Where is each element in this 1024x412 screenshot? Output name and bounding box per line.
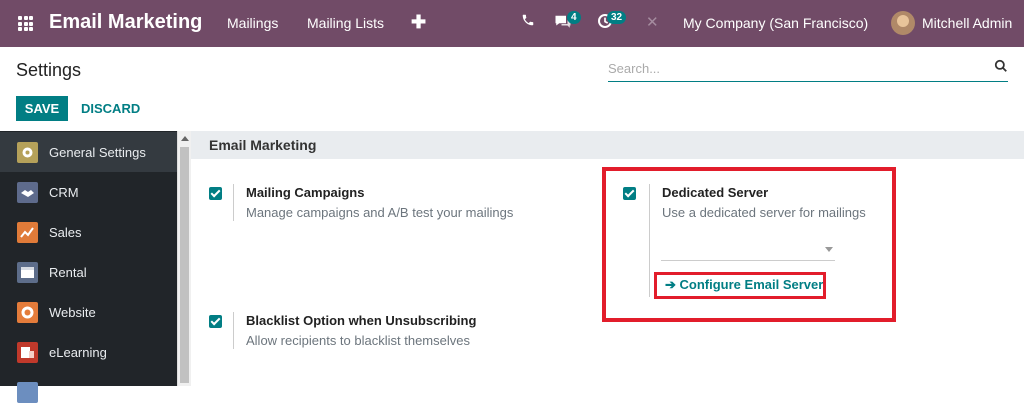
divider — [233, 184, 234, 221]
settings-sidebar: General Settings CRM Sales Rental Websit… — [0, 131, 177, 403]
discard-button[interactable]: DISCARD — [81, 101, 140, 116]
activities-count-badge: 32 — [607, 11, 627, 24]
user-avatar[interactable] — [891, 11, 915, 35]
scroll-thumb[interactable] — [180, 147, 189, 383]
top-navbar: Email Marketing Mailings Mailing Lists ✚… — [0, 0, 1024, 47]
elearning-icon — [17, 341, 38, 363]
search-icon[interactable] — [994, 59, 1008, 73]
section-header: Email Marketing — [191, 131, 1024, 159]
sidebar-item-label: General Settings — [49, 144, 146, 160]
sidebar-item-label: eLearning — [49, 344, 107, 360]
search-input[interactable] — [608, 56, 968, 80]
mailing-campaigns-checkbox[interactable] — [209, 187, 222, 200]
app-icon — [17, 381, 38, 403]
sidebar-item-label: Sales — [49, 224, 82, 240]
sidebar-item-website[interactable]: Website — [0, 292, 177, 332]
divider — [233, 312, 234, 349]
apps-menu-icon[interactable] — [18, 16, 33, 31]
mailing-campaigns-desc: Manage campaigns and A/B test your maili… — [246, 205, 514, 220]
blacklist-option-desc: Allow recipients to blacklist themselves — [246, 333, 470, 348]
scroll-up-arrow-icon[interactable] — [181, 136, 189, 141]
blacklist-option-checkbox[interactable] — [209, 315, 222, 328]
calendar-icon — [17, 261, 38, 283]
sidebar-item-label: Website — [49, 304, 96, 320]
save-button[interactable]: SAVE — [16, 96, 68, 121]
chart-icon — [17, 221, 38, 243]
app-title[interactable]: Email Marketing — [49, 11, 202, 34]
handshake-icon — [17, 181, 38, 203]
user-menu[interactable]: Mitchell Admin — [922, 15, 1012, 31]
search-bar — [608, 56, 1008, 82]
sidebar-item-elearning[interactable]: eLearning — [0, 332, 177, 372]
phone-icon[interactable] — [521, 13, 535, 31]
menu-mailings[interactable]: Mailings — [227, 15, 278, 31]
sidebar-item-sales[interactable]: Sales — [0, 212, 177, 252]
mailing-campaigns-title: Mailing Campaigns — [246, 185, 365, 200]
configure-link-highlight — [654, 272, 826, 299]
sidebar-scrollbar[interactable] — [177, 131, 191, 386]
sidebar-item-label: CRM — [49, 184, 79, 200]
debug-tools-icon[interactable]: ✕ — [646, 13, 659, 31]
gear-icon — [17, 141, 38, 163]
blacklist-option-title: Blacklist Option when Unsubscribing — [246, 313, 477, 328]
globe-icon — [17, 301, 38, 323]
sidebar-item-rental[interactable]: Rental — [0, 252, 177, 292]
section-title: Email Marketing — [209, 137, 317, 153]
breadcrumb: Settings — [16, 60, 82, 80]
menu-mailing-lists[interactable]: Mailing Lists — [307, 15, 384, 31]
messages-count-badge: 4 — [567, 11, 581, 24]
sidebar-item-partial[interactable] — [0, 372, 177, 412]
sidebar-item-crm[interactable]: CRM — [0, 172, 177, 212]
company-switcher[interactable]: My Company (San Francisco) — [683, 15, 868, 31]
sidebar-item-general-settings[interactable]: General Settings — [0, 132, 177, 172]
sidebar-item-label: Rental — [49, 264, 87, 280]
plus-menu-icon[interactable]: ✚ — [411, 12, 426, 33]
